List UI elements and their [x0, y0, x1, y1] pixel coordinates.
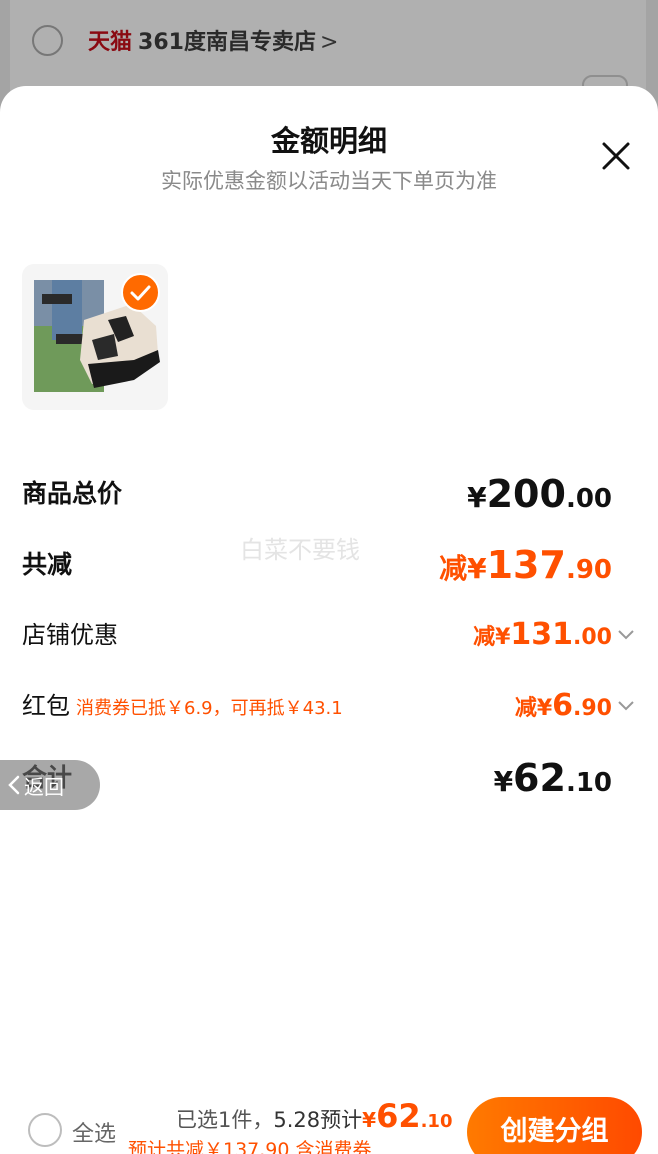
close-icon[interactable]	[596, 136, 636, 176]
red-packet-label: 红包	[22, 692, 70, 720]
store-name: 361度南昌专卖店	[138, 30, 316, 55]
watermark-text: 白菜不要钱	[240, 536, 360, 564]
total-discount-value: 减¥137.90	[439, 543, 612, 587]
sheet-title: 金额明细	[270, 124, 387, 158]
check-icon	[130, 285, 151, 301]
select-all-label[interactable]: 全选	[72, 1116, 116, 1148]
background-store-title: 天猫 361度南昌专卖店 >	[88, 24, 338, 56]
chevron-left-icon	[8, 775, 20, 795]
estimate-label: 5.28预计	[273, 1108, 363, 1132]
total-price-label: 商品总价	[22, 479, 123, 508]
coupon-note: 消费券已抵￥6.9，可再抵￥43.1	[76, 698, 343, 719]
sheet-subtitle: 实际优惠金额以活动当天下单页为准	[161, 169, 497, 193]
create-group-button[interactable]: 创建分组	[467, 1097, 642, 1154]
store-discount-value: 减¥131.00	[473, 617, 612, 652]
chevron-down-icon[interactable]	[616, 624, 636, 644]
selection-summary: 已选1件，5.28预计¥62.10	[176, 1097, 452, 1135]
selected-count: 已选1件，	[176, 1108, 274, 1132]
back-button[interactable]: 返回	[0, 760, 100, 810]
select-all-radio[interactable]	[28, 1113, 62, 1147]
store-discount-label: 店铺优惠	[22, 621, 118, 649]
chevron-right-icon: >	[319, 30, 339, 55]
row-total-price: 商品总价 ¥200.00	[22, 469, 636, 519]
sum-value: ¥62.10	[493, 756, 612, 800]
background-store-radio	[32, 25, 63, 56]
total-price-value: ¥200.00	[467, 472, 612, 516]
product-selected-check[interactable]	[121, 273, 160, 312]
row-sum: 合计 ¥62.10	[22, 753, 636, 803]
chevron-down-icon[interactable]	[616, 695, 636, 715]
estimate-discount: 预计共减￥137.90 含消费券	[128, 1139, 372, 1154]
red-packet-value: 减¥6.90	[514, 688, 612, 723]
total-discount-label: 共减	[22, 550, 73, 579]
row-red-packet[interactable]: 红包 消费券已抵￥6.9，可再抵￥43.1 减¥6.90	[22, 681, 636, 731]
back-label: 返回	[24, 775, 64, 799]
row-store-discount[interactable]: 店铺优惠 减¥131.00	[22, 610, 636, 660]
estimate-price: ¥62.10	[362, 1097, 453, 1135]
tmall-brand: 天猫	[88, 30, 133, 55]
